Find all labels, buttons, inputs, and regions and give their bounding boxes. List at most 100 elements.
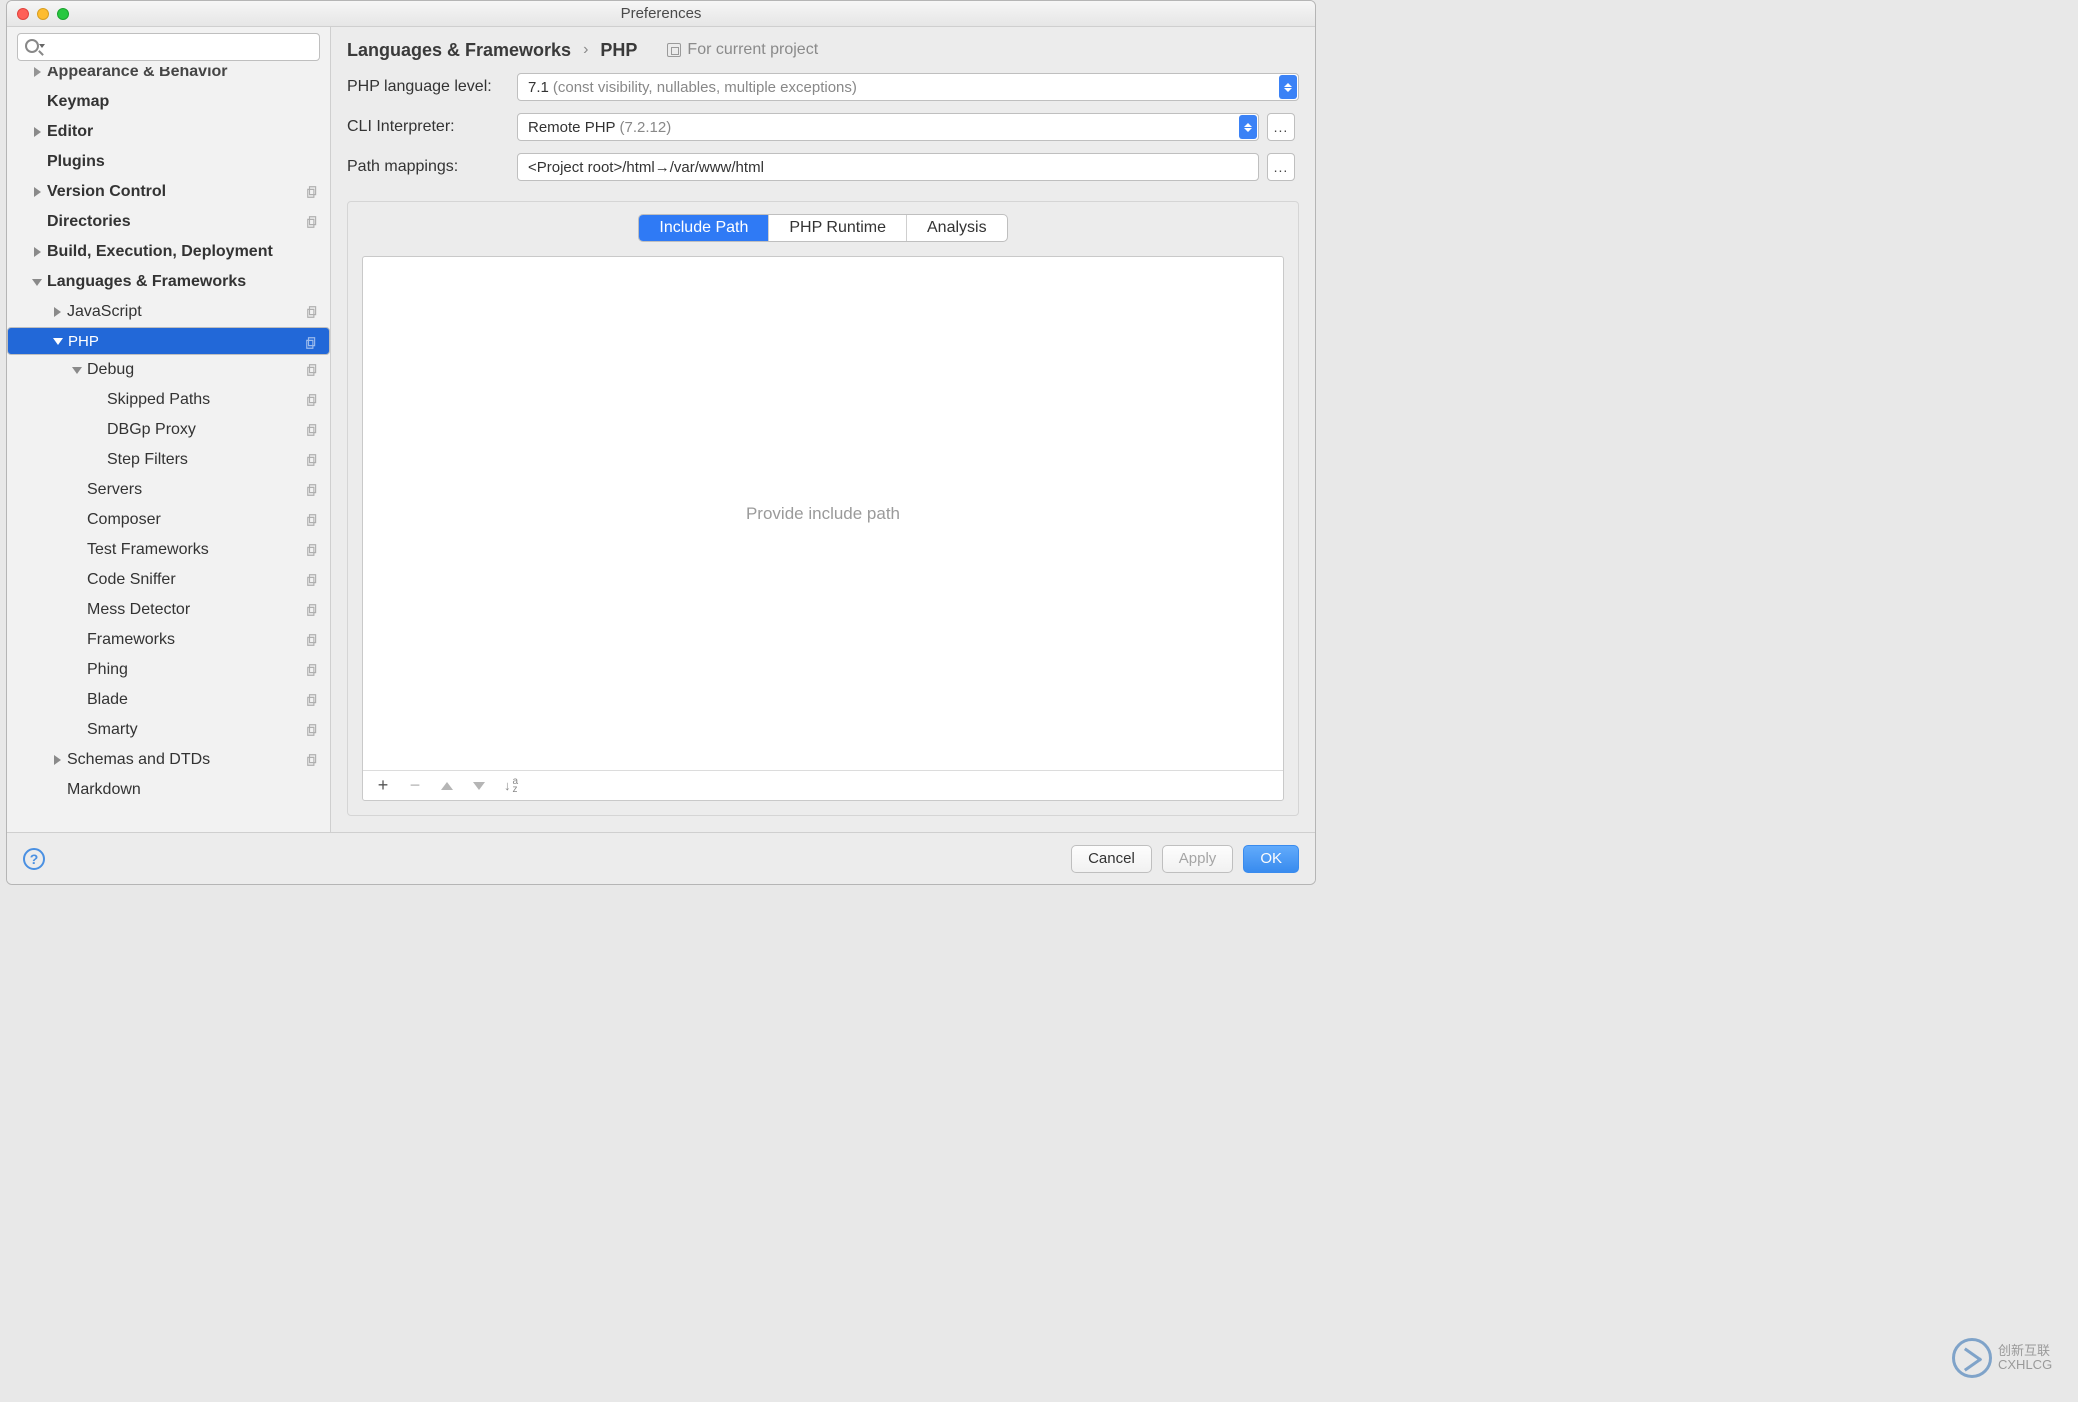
project-scope-icon xyxy=(306,513,320,527)
project-scope-icon xyxy=(306,363,320,377)
breadcrumb-leaf: PHP xyxy=(600,40,637,61)
cli-interpreter-browse-button[interactable]: ... xyxy=(1267,113,1295,141)
php-level-select[interactable]: 7.1 (const visibility, nullables, multip… xyxy=(517,73,1299,101)
sort-button[interactable]: az xyxy=(503,778,519,794)
sidebar-item-markdown[interactable]: Markdown xyxy=(7,775,330,805)
sidebar-item-mess-detector[interactable]: Mess Detector xyxy=(7,595,330,625)
search-field[interactable] xyxy=(17,33,320,61)
project-scope-text: For current project xyxy=(687,41,818,59)
project-scope-icon xyxy=(306,483,320,497)
chevron-right-icon[interactable] xyxy=(31,67,43,78)
tab-include-path[interactable]: Include Path xyxy=(639,215,769,241)
settings-tree[interactable]: Appearance & Behavior Keymap Editor Plugins… xyxy=(7,67,330,832)
sidebar-item-step-filters[interactable]: Step Filters xyxy=(7,445,330,475)
sidebar-item-label: Code Sniffer xyxy=(87,571,176,589)
project-scope-icon xyxy=(306,633,320,647)
sidebar-item-skipped-paths[interactable]: Skipped Paths xyxy=(7,385,330,415)
chevron-down-icon[interactable] xyxy=(71,364,83,376)
preferences-window: Preferences Appearance & Behavior Keymap E… xyxy=(6,0,1316,885)
sidebar-item-label: Directories xyxy=(47,213,131,231)
sidebar-item-label: JavaScript xyxy=(67,303,142,321)
sidebar-item-label: Keymap xyxy=(47,93,109,111)
chevron-down-icon[interactable] xyxy=(52,335,64,347)
chevron-right-icon[interactable] xyxy=(31,126,43,138)
remove-button[interactable] xyxy=(407,778,423,794)
sidebar-item-frameworks[interactable]: Frameworks xyxy=(7,625,330,655)
move-up-button[interactable] xyxy=(439,778,455,794)
help-button[interactable]: ? xyxy=(23,848,45,870)
search-input[interactable] xyxy=(17,33,320,61)
sidebar-item-smarty[interactable]: Smarty xyxy=(7,715,330,745)
chevron-updown-icon[interactable] xyxy=(1279,75,1297,99)
sidebar-item-label: Composer xyxy=(87,511,161,529)
php-level-value: 7.1 xyxy=(528,79,549,96)
chevron-right-icon[interactable] xyxy=(51,306,63,318)
add-button[interactable] xyxy=(375,778,391,794)
sidebar-item-debug[interactable]: Debug xyxy=(7,355,330,385)
sidebar: Appearance & Behavior Keymap Editor Plugins… xyxy=(7,27,331,832)
sidebar-item-composer[interactable]: Composer xyxy=(7,505,330,535)
sidebar-item-keymap[interactable]: Keymap xyxy=(7,87,330,117)
sidebar-item-label: Schemas and DTDs xyxy=(67,751,210,769)
sidebar-item-label: DBGp Proxy xyxy=(107,421,196,439)
sidebar-item-label: Version Control xyxy=(47,183,166,201)
sidebar-item-label: Test Frameworks xyxy=(87,541,209,559)
apply-button[interactable]: Apply xyxy=(1162,845,1234,873)
sidebar-item-code-sniffer[interactable]: Code Sniffer xyxy=(7,565,330,595)
sidebar-item-blade[interactable]: Blade xyxy=(7,685,330,715)
sidebar-item-schemas-and-dtds[interactable]: Schemas and DTDs xyxy=(7,745,330,775)
project-scope-icon xyxy=(306,573,320,587)
sidebar-item-javascript[interactable]: JavaScript xyxy=(7,297,330,327)
sidebar-item-label: Smarty xyxy=(87,721,138,739)
tab-analysis[interactable]: Analysis xyxy=(907,215,1007,241)
breadcrumb-root[interactable]: Languages & Frameworks xyxy=(347,40,571,61)
path-mappings-field[interactable]: <Project root>/html→/var/www/html xyxy=(517,153,1259,181)
chevron-right-icon[interactable] xyxy=(51,754,63,766)
include-path-panel: Provide include path az xyxy=(362,256,1284,801)
sidebar-item-plugins[interactable]: Plugins xyxy=(7,147,330,177)
watermark-text: 创新互联 CXHLCG xyxy=(1998,1344,2052,1373)
sidebar-item-build-execution-deployment[interactable]: Build, Execution, Deployment xyxy=(7,237,330,267)
window-title: Preferences xyxy=(7,5,1315,22)
sidebar-item-dbgp-proxy[interactable]: DBGp Proxy xyxy=(7,415,330,445)
search-icon xyxy=(25,39,39,53)
include-path-toolbar: az xyxy=(363,770,1283,800)
sidebar-item-label: Servers xyxy=(87,481,142,499)
sidebar-item-directories[interactable]: Directories xyxy=(7,207,330,237)
sidebar-item-label: Markdown xyxy=(67,781,141,799)
project-scope-icon xyxy=(306,453,320,467)
chevron-right-icon[interactable] xyxy=(31,246,43,258)
project-scope-icon xyxy=(306,215,320,229)
path-mappings-browse-button[interactable]: ... xyxy=(1267,153,1295,181)
sidebar-item-label: Mess Detector xyxy=(87,601,190,619)
sidebar-item-label: Frameworks xyxy=(87,631,175,649)
cancel-button[interactable]: Cancel xyxy=(1071,845,1152,873)
chevron-right-icon[interactable] xyxy=(31,186,43,198)
sidebar-item-editor[interactable]: Editor xyxy=(7,117,330,147)
cli-interpreter-select[interactable]: Remote PHP (7.2.12) xyxy=(517,113,1259,141)
window-body: Appearance & Behavior Keymap Editor Plugins… xyxy=(7,27,1315,832)
sidebar-item-phing[interactable]: Phing xyxy=(7,655,330,685)
main-panel: Languages & Frameworks › PHP For current… xyxy=(331,27,1315,832)
sidebar-item-servers[interactable]: Servers xyxy=(7,475,330,505)
dialog-footer: ? Cancel Apply OK xyxy=(7,832,1315,884)
chevron-updown-icon[interactable] xyxy=(1239,115,1257,139)
sidebar-item-test-frameworks[interactable]: Test Frameworks xyxy=(7,535,330,565)
breadcrumb-separator: › xyxy=(583,41,588,59)
sidebar-item-label: Blade xyxy=(87,691,128,709)
cli-interpreter-value: Remote PHP xyxy=(528,119,616,136)
search-dropdown-icon[interactable] xyxy=(39,44,45,48)
watermark: 创新互联 CXHLCG xyxy=(1952,1336,2072,1380)
move-down-button[interactable] xyxy=(471,778,487,794)
project-scope-icon xyxy=(306,663,320,677)
sidebar-item-languages-frameworks[interactable]: Languages & Frameworks xyxy=(7,267,330,297)
ok-button[interactable]: OK xyxy=(1243,845,1299,873)
php-level-label: PHP language level: xyxy=(347,78,517,96)
sidebar-item-php[interactable]: PHP xyxy=(7,327,330,355)
chevron-down-icon[interactable] xyxy=(31,276,43,288)
tab-php-runtime[interactable]: PHP Runtime xyxy=(769,215,907,241)
include-path-placeholder: Provide include path xyxy=(746,504,900,524)
sidebar-item-version-control[interactable]: Version Control xyxy=(7,177,330,207)
sidebar-item-appearance-behavior[interactable]: Appearance & Behavior xyxy=(7,67,330,87)
sidebar-item-label: Plugins xyxy=(47,153,105,171)
